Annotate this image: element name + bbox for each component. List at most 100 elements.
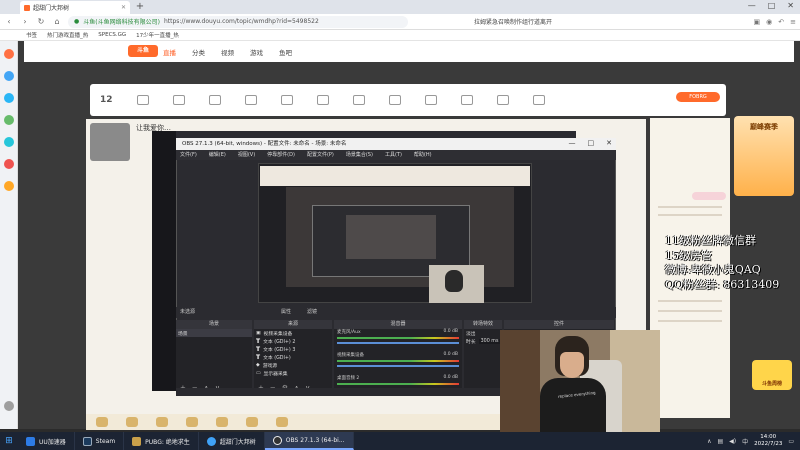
tab-title: 超甜门大邦树 (33, 5, 70, 12)
news-ticker[interactable]: 拉姆紧急召唤制作组行道离开 (474, 17, 552, 26)
properties-button[interactable]: 属性 (281, 307, 291, 318)
sidebar-app-icon[interactable] (4, 181, 14, 191)
menu-view[interactable]: 视图(V) (238, 150, 255, 160)
volume-slider[interactable] (337, 342, 459, 344)
mixer-channel-db: 0.0 dB (443, 329, 458, 334)
film-icon (532, 95, 545, 105)
filters-button[interactable]: 滤镜 (307, 307, 317, 318)
sidebar-app-icon[interactable] (4, 137, 14, 147)
volume-slider[interactable] (337, 365, 459, 367)
obs-minimize-button[interactable]: — (569, 139, 576, 147)
nav-video[interactable]: 视频 (221, 47, 234, 57)
sidebar-app-icon[interactable] (4, 115, 14, 125)
tray-chevron-icon[interactable]: ∧ (707, 438, 711, 445)
menu-help[interactable]: 帮助(H) (414, 150, 432, 160)
obs-window-controls: — □ ✕ (569, 139, 613, 147)
gift-slot[interactable] (352, 95, 365, 105)
taskbar-item-browser[interactable]: 超甜门大邦树 (199, 432, 265, 450)
gift-icon[interactable] (276, 417, 288, 427)
gift-slot[interactable] (136, 95, 149, 105)
close-button[interactable]: ✕ (787, 1, 794, 10)
nav-category[interactable]: 分类 (192, 47, 205, 57)
taskbar-item-uu[interactable]: UU加速器 (18, 432, 75, 450)
taskbar-item-steam[interactable]: Steam (75, 432, 125, 450)
gift-icon[interactable] (96, 417, 108, 427)
minimize-button[interactable]: — (748, 1, 756, 10)
sidebar-app-icon[interactable] (4, 49, 14, 59)
source-item[interactable]: ◆ 游戏源 (254, 361, 332, 369)
sidebar-settings-icon[interactable] (4, 401, 14, 411)
obs-close-button[interactable]: ✕ (606, 139, 612, 147)
extension-icon[interactable]: ▣ (754, 18, 761, 26)
gift-slot[interactable] (460, 95, 473, 105)
source-item[interactable]: ▭ 显示器采集 (254, 369, 332, 377)
obs-maximize-button[interactable]: □ (588, 139, 595, 147)
tab-close-icon[interactable]: ✕ (121, 4, 126, 11)
streamer-avatar[interactable] (90, 123, 130, 161)
gift-slot[interactable] (244, 95, 257, 105)
scene-item[interactable]: 场景 (176, 329, 252, 337)
bookmark-item[interactable]: SPECS.GG (98, 32, 126, 38)
gift-icon[interactable] (126, 417, 138, 427)
start-button[interactable]: ⊞ (0, 432, 18, 450)
sidebar-app-icon[interactable] (4, 93, 14, 103)
gift-slot[interactable] (208, 95, 221, 105)
gift-slot[interactable] (388, 95, 401, 105)
gift-icon[interactable] (216, 417, 228, 427)
menu-profile[interactable]: 配置文件(P) (307, 150, 334, 160)
maximize-button[interactable]: □ (768, 1, 776, 10)
menu-tools[interactable]: 工具(T) (385, 150, 402, 160)
weekly-rank-badge[interactable]: 斗鱼周榜 (752, 360, 792, 390)
gift-slot[interactable] (496, 95, 509, 105)
nav-live[interactable]: 直播 (163, 47, 176, 57)
mixer-dock-title: 混音器 (334, 320, 462, 329)
forward-icon[interactable]: › (20, 17, 30, 26)
sidebar-app-icon[interactable] (4, 71, 14, 81)
taskbar-item-pubg[interactable]: PUBG: 绝地求生 (124, 432, 199, 450)
notification-icon[interactable]: ▭ (788, 438, 794, 445)
source-item[interactable]: T 文本 (GDI+) (254, 353, 332, 361)
duration-value[interactable]: 300 ms (478, 338, 501, 344)
taskbar-item-obs[interactable]: OBS 27.1.3 (64-bi... (264, 432, 354, 450)
game-icon[interactable]: ◉ (766, 18, 772, 26)
bag-icon (352, 95, 365, 105)
bookmark-item[interactable]: 17少年一直播_热 (136, 31, 179, 39)
transition-select[interactable]: 淡出 (464, 329, 502, 337)
gift-icon[interactable] (186, 417, 198, 427)
menu-docks[interactable]: 停靠部件(D) (267, 150, 295, 160)
source-item[interactable]: T 文本 (GDI+) 3 (254, 345, 332, 353)
source-item[interactable]: T 文本 (GDI+) 2 (254, 337, 332, 345)
sidebar-app-icon[interactable] (4, 159, 14, 169)
nav-games[interactable]: 游戏 (250, 47, 263, 57)
douyu-logo[interactable]: 斗鱼 (128, 45, 158, 57)
network-icon[interactable]: ▤ (717, 438, 723, 445)
gift-slot[interactable] (532, 95, 545, 105)
nav-yuba[interactable]: 鱼吧 (279, 47, 292, 57)
browser-tab[interactable]: 超甜门大邦树 ✕ (20, 1, 130, 14)
menu-scene-collection[interactable]: 场景集合(S) (346, 150, 373, 160)
gift-slot[interactable] (316, 95, 329, 105)
bookmark-item[interactable]: 书签 (26, 31, 37, 39)
ime-icon[interactable]: 中 (742, 437, 748, 446)
source-item[interactable]: ▣ 视频采集设备 (254, 329, 332, 337)
gift-icon[interactable] (156, 417, 168, 427)
gift-slot[interactable] (172, 95, 185, 105)
refresh-icon[interactable]: ↻ (36, 17, 46, 26)
new-tab-button[interactable]: + (134, 1, 146, 13)
fan-button[interactable]: FOBRG (676, 92, 720, 102)
back-icon[interactable]: ‹ (4, 17, 14, 26)
duration-row: 时长 300 ms (464, 337, 502, 345)
menu-file[interactable]: 文件(F) (180, 150, 197, 160)
gift-slot[interactable] (280, 95, 293, 105)
gift-slot[interactable] (424, 95, 437, 105)
promo-banner[interactable]: 巅峰赛季 (734, 116, 794, 196)
undo-icon[interactable]: ↶ (778, 18, 784, 26)
bookmark-item[interactable]: 热门游戏直播_热 (47, 31, 88, 39)
url-field[interactable]: ● 斗鱼(斗鱼网络科技有限公司) https://www.douyu.com/t… (68, 15, 408, 28)
gift-icon[interactable] (246, 417, 258, 427)
menu-edit[interactable]: 编辑(E) (209, 150, 226, 160)
home-icon[interactable]: ⌂ (52, 17, 62, 26)
menu-icon[interactable]: ≡ (790, 18, 796, 26)
volume-icon[interactable]: ◀) (729, 438, 736, 445)
clock[interactable]: 14:00 2022/7/23 (754, 434, 782, 448)
